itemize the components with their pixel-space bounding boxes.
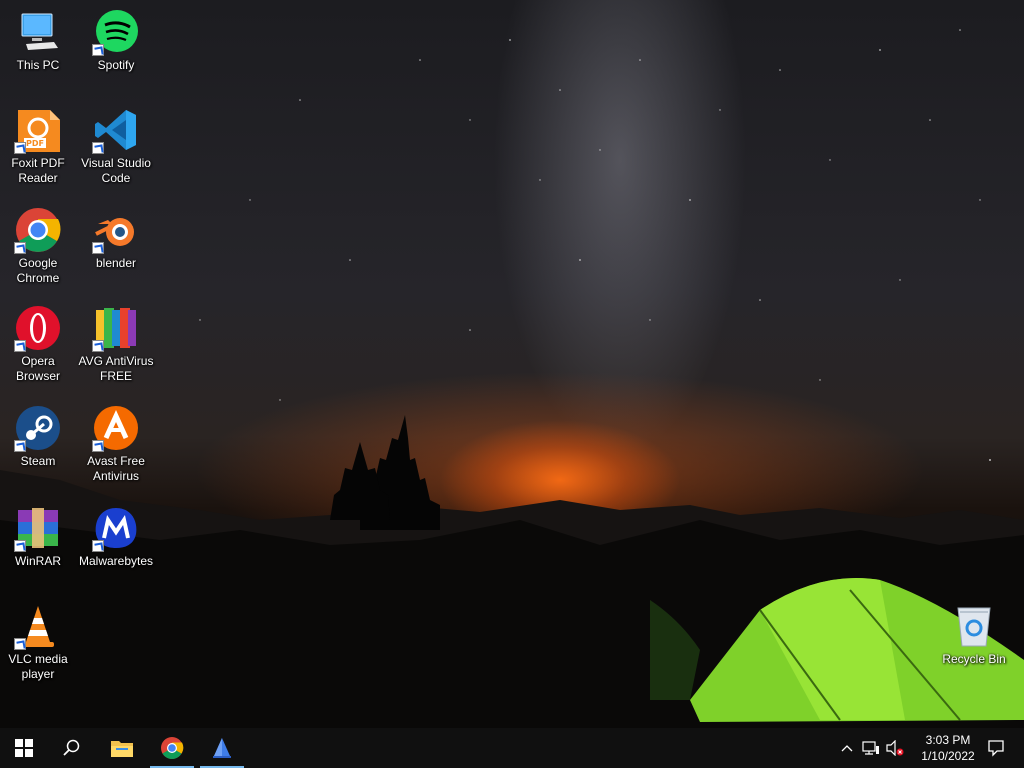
desktop-icon-label: Steam	[20, 454, 56, 468]
desktop-icon-label: VLC media player	[8, 652, 68, 681]
desktop-icon-foxit[interactable]: PDF Foxit PDF Reader	[0, 106, 76, 186]
notification-icon	[988, 740, 1004, 757]
spotify-icon	[92, 8, 140, 56]
shortcut-arrow-icon	[92, 44, 104, 56]
desktop-icon-spotify[interactable]: Spotify	[78, 8, 154, 73]
desktop-icon-label: Spotify	[97, 58, 135, 72]
action-center-button[interactable]	[976, 728, 1016, 768]
show-hidden-icons-button[interactable]	[838, 728, 856, 768]
shortcut-arrow-icon	[92, 540, 104, 552]
shortcut-arrow-icon	[14, 440, 26, 452]
search-button[interactable]	[48, 728, 96, 768]
shortcut-arrow-icon	[92, 440, 104, 452]
taskbar: 3:03 PM 1/10/2022	[0, 728, 1024, 768]
desktop-icon-avast[interactable]: Avast Free Antivirus	[78, 404, 154, 484]
desktop-icon-label: AVG AntiVirus FREE	[78, 354, 154, 383]
svg-text:PDF: PDF	[26, 139, 44, 148]
taskbar-clock[interactable]: 3:03 PM 1/10/2022	[918, 732, 978, 764]
shortcut-arrow-icon	[14, 540, 26, 552]
folder-icon	[111, 741, 133, 757]
clock-date: 1/10/2022	[921, 749, 975, 763]
desktop-icon-winrar[interactable]: WinRAR	[0, 504, 76, 569]
chrome-icon	[161, 737, 184, 759]
windows-logo-icon	[15, 739, 33, 757]
desktop-icon-label: Avast Free Antivirus	[87, 454, 145, 483]
shortcut-arrow-icon	[92, 340, 104, 352]
chevron-up-icon	[841, 745, 853, 752]
avg-icon	[92, 304, 140, 352]
shortcut-arrow-icon	[92, 142, 104, 154]
desktop-icon-label: WinRAR	[14, 554, 61, 568]
chrome-icon	[14, 206, 62, 254]
start-button[interactable]	[0, 728, 48, 768]
desktop-icon-label: blender	[95, 256, 137, 270]
computer-icon	[14, 8, 62, 56]
shortcut-arrow-icon	[14, 340, 26, 352]
volume-button[interactable]	[884, 728, 906, 768]
desktop-icon-recycle-bin[interactable]: Recycle Bin	[936, 602, 1012, 667]
desktop-icon-vscode[interactable]: Visual Studio Code	[78, 106, 154, 186]
desktop-icon-this-pc[interactable]: This PC	[0, 8, 76, 73]
desktop-icon-label: This PC	[16, 58, 60, 72]
vlc-cone-icon	[14, 602, 62, 650]
shortcut-arrow-icon	[14, 142, 26, 154]
desktop-icon-label: Opera Browser	[15, 354, 60, 383]
desktop-icon-label: Malwarebytes	[78, 554, 154, 568]
taskbar-chrome[interactable]	[148, 728, 196, 768]
desktop-icon-opera[interactable]: Opera Browser	[0, 304, 76, 384]
recycle-bin-icon	[950, 602, 998, 650]
vscode-icon	[92, 106, 140, 154]
speaker-muted-icon	[886, 740, 904, 756]
network-ethernet-icon	[862, 741, 879, 755]
winrar-icon	[14, 504, 62, 552]
network-status-button[interactable]	[860, 728, 882, 768]
shortcut-arrow-icon	[14, 638, 26, 650]
malwarebytes-icon	[92, 504, 140, 552]
shortcut-arrow-icon	[14, 242, 26, 254]
blender-icon	[92, 206, 140, 254]
opera-icon	[14, 304, 62, 352]
desktop-icon-avg[interactable]: AVG AntiVirus FREE	[78, 304, 154, 384]
taskbar-app-sailboat[interactable]	[198, 728, 246, 768]
desktop-icon-steam[interactable]: Steam	[0, 404, 76, 469]
shortcut-arrow-icon	[92, 242, 104, 254]
desktop-icon-vlc[interactable]: VLC media player	[0, 602, 76, 682]
desktop-icon-malwarebytes[interactable]: Malwarebytes	[78, 504, 154, 569]
desktop-icon-label: Recycle Bin	[942, 652, 1006, 666]
steam-icon	[14, 404, 62, 452]
desktop-icon-chrome[interactable]: Google Chrome	[0, 206, 76, 286]
foxit-pdf-icon: PDF	[14, 106, 62, 154]
desktop-icon-label: Visual Studio Code	[81, 156, 151, 185]
clock-time: 3:03 PM	[925, 733, 971, 747]
sailboat-app-icon	[213, 738, 231, 758]
search-icon	[63, 739, 80, 756]
avast-icon	[92, 404, 140, 452]
taskbar-file-explorer[interactable]	[98, 728, 146, 768]
desktop-icon-label: Google Chrome	[16, 256, 60, 285]
desktop-icon-blender[interactable]: blender	[78, 206, 154, 271]
desktop-icon-label: Foxit PDF Reader	[11, 156, 65, 185]
